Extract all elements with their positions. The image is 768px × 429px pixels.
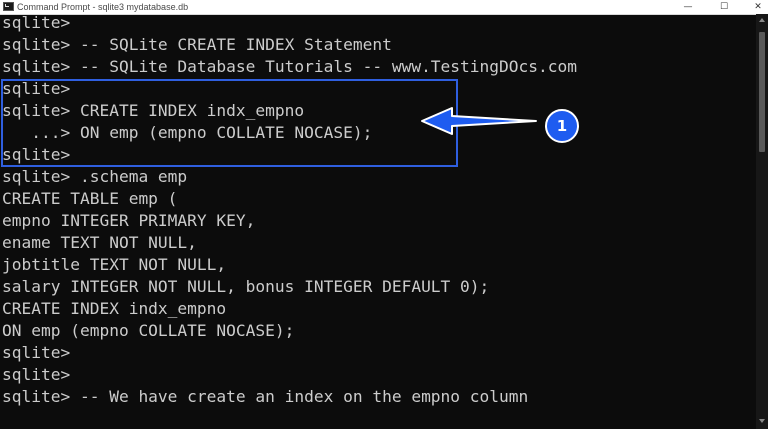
terminal-line: jobtitle TEXT NOT NULL,: [2, 255, 227, 274]
scroll-up-icon[interactable]: [759, 18, 765, 22]
step-badge: 1: [545, 109, 579, 143]
terminal-line: sqlite>: [2, 365, 71, 384]
terminal-line: CREATE TABLE emp (: [2, 189, 178, 208]
terminal-output[interactable]: sqlite> sqlite> -- SQLite CREATE INDEX S…: [0, 13, 756, 429]
close-button[interactable]: ✕: [738, 0, 768, 14]
terminal-line: sqlite> -- SQLite Database Tutorials -- …: [2, 57, 577, 76]
terminal-line: sqlite> .schema emp: [2, 167, 188, 186]
terminal-line: sqlite>: [2, 13, 71, 32]
title-bar: Command Prompt - sqlite3 mydatabase.db —…: [0, 0, 768, 15]
terminal-line: salary INTEGER NOT NULL, bonus INTEGER D…: [2, 277, 490, 296]
terminal-line: sqlite> -- SQLite CREATE INDEX Statement: [2, 35, 392, 54]
highlight-box: [1, 79, 458, 167]
minimize-button[interactable]: —: [668, 0, 708, 14]
scroll-down-icon[interactable]: [759, 419, 765, 423]
terminal-line: ON emp (empno COLLATE NOCASE);: [2, 321, 295, 340]
terminal-line: ename TEXT NOT NULL,: [2, 233, 197, 252]
console-icon: [3, 2, 14, 11]
left-arrow-icon: [421, 107, 537, 135]
terminal-line: empno INTEGER PRIMARY KEY,: [2, 211, 256, 230]
terminal-line: sqlite>: [2, 343, 71, 362]
terminal-line: sqlite> -- We have create an index on th…: [2, 387, 529, 406]
terminal-line: CREATE INDEX indx_empno: [2, 299, 227, 318]
vertical-scrollbar[interactable]: [756, 14, 768, 429]
scroll-thumb[interactable]: [759, 32, 765, 152]
